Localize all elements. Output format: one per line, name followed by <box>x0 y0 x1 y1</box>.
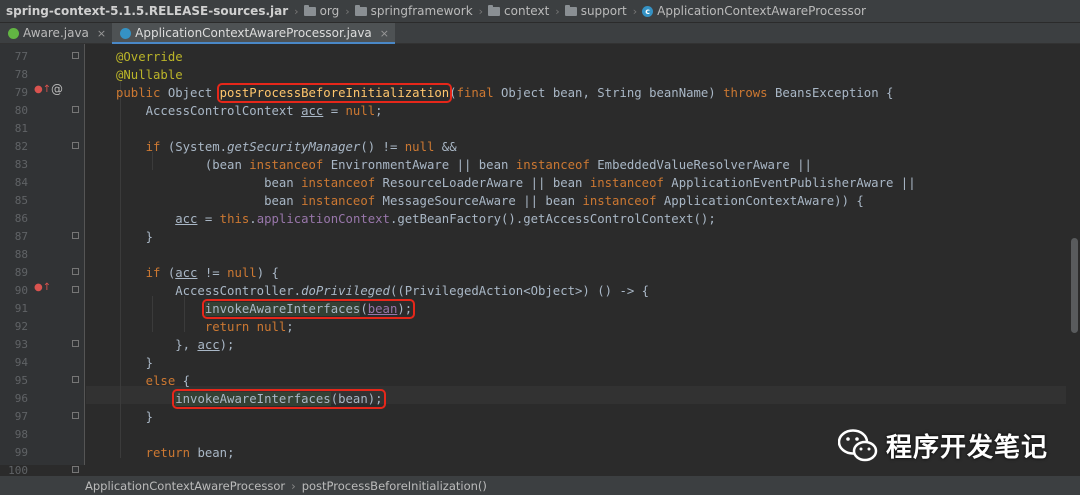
chevron-right-icon: › <box>478 4 484 18</box>
close-icon[interactable]: × <box>97 27 106 40</box>
line-number: 94 <box>14 356 28 369</box>
breadcrumb-item-label: context <box>504 4 550 18</box>
structure-breadcrumb: ApplicationContextAwareProcessor › postP… <box>0 475 1080 495</box>
watermark-text: 程序开发笔记 <box>886 433 1049 463</box>
code-line[interactable]: } <box>116 408 153 426</box>
code-line[interactable]: } <box>116 228 153 246</box>
code-line[interactable]: bean instanceof ResourceLoaderAware || b… <box>116 174 916 192</box>
fold-marker[interactable] <box>72 232 79 239</box>
tab-label: Aware.java <box>23 26 89 40</box>
tab-aware-java[interactable]: Aware.java × <box>0 23 112 43</box>
watermark: 程序开发笔记 <box>838 427 1048 464</box>
line-number: 96 <box>14 392 28 405</box>
code-line[interactable]: @Nullable <box>116 66 183 84</box>
line-number: 87 <box>14 230 28 243</box>
chevron-right-icon: › <box>345 4 350 18</box>
fold-marker[interactable] <box>72 268 79 275</box>
line-number: 98 <box>14 428 28 441</box>
code-editor[interactable]: @Override @Nullable public Object postProc… <box>86 44 1066 465</box>
chevron-right-icon: › <box>294 4 299 18</box>
override-method-icon[interactable]: ●↑ <box>34 84 51 95</box>
line-number: 86 <box>14 212 28 225</box>
tab-label: ApplicationContextAwareProcessor.java <box>135 26 372 40</box>
line-number: 82 <box>14 140 28 153</box>
fold-marker[interactable] <box>72 106 79 113</box>
line-number: 77 <box>14 50 28 63</box>
class-icon <box>120 27 132 39</box>
wechat-icon <box>838 428 878 461</box>
fold-marker[interactable] <box>72 142 79 149</box>
line-number: 91 <box>14 302 28 315</box>
editor-tabs: Aware.java × ApplicationContextAwareProces… <box>0 23 1080 44</box>
annotation-icon[interactable]: @ <box>51 82 63 96</box>
line-number: 89 <box>14 266 28 279</box>
interface-icon <box>8 27 19 39</box>
code-line[interactable]: return bean; <box>116 444 235 462</box>
scrollbar-thumb[interactable] <box>1071 238 1078 333</box>
folder-icon <box>564 4 577 16</box>
code-line[interactable]: if (acc != null) { <box>116 264 279 282</box>
line-number: 81 <box>14 122 28 135</box>
code-line[interactable]: return null; <box>116 318 294 336</box>
breadcrumb-item[interactable]: context <box>488 4 549 18</box>
line-number: 95 <box>14 374 28 387</box>
line-number: 84 <box>14 176 28 189</box>
code-line[interactable]: } <box>116 354 153 372</box>
line-number: 85 <box>14 194 28 207</box>
breadcrumb-item-label: ApplicationContextAwareProcessor <box>657 4 866 18</box>
status-method-label[interactable]: postProcessBeforeInitialization() <box>302 479 487 493</box>
breadcrumb-item[interactable]: c ApplicationContextAwareProcessor <box>642 4 866 18</box>
breadcrumb-item[interactable]: spring-context-5.1.5.RELEASE-sources.jar <box>6 4 288 18</box>
chevron-right-icon: › <box>632 4 638 18</box>
line-number: 88 <box>14 248 28 261</box>
code-line[interactable]: (bean instanceof EnvironmentAware || bea… <box>116 156 812 174</box>
breadcrumb-item-label: springframework <box>370 4 473 18</box>
folder-icon <box>354 4 367 16</box>
folder-icon <box>488 4 501 16</box>
fold-marker[interactable] <box>72 286 79 293</box>
line-number: 80 <box>14 104 28 117</box>
code-line[interactable]: @Override <box>116 48 183 66</box>
chevron-right-icon: › <box>291 478 296 493</box>
breadcrumb-item-label: org <box>319 4 340 18</box>
fold-marker[interactable] <box>72 466 79 473</box>
code-line[interactable]: AccessControlContext acc = null; <box>116 102 383 120</box>
close-icon[interactable]: × <box>380 27 389 40</box>
line-number: 90 <box>14 284 28 297</box>
lambda-breakpoint-icon[interactable]: ●↑ <box>34 282 51 293</box>
code-line[interactable]: else { <box>116 372 190 390</box>
line-number: 99 <box>14 446 28 459</box>
fold-marker[interactable] <box>72 412 79 419</box>
breadcrumb-item-label: spring-context-5.1.5.RELEASE-sources.jar <box>6 4 289 18</box>
breadcrumb-item[interactable]: support <box>564 4 627 18</box>
status-class-label[interactable]: ApplicationContextAwareProcessor <box>85 479 285 493</box>
breadcrumb-item[interactable]: org <box>303 4 340 18</box>
code-line[interactable]: acc = this.applicationContext.getBeanFac… <box>116 210 715 228</box>
breadcrumb: spring-context-5.1.5.RELEASE-sources.jar… <box>0 0 1080 23</box>
code-line[interactable]: bean instanceof MessageSourceAware || be… <box>116 192 864 210</box>
code-line[interactable]: AccessController.doPrivileged((Privilege… <box>116 282 649 300</box>
code-line[interactable]: invokeAwareInterfaces(bean); <box>116 299 416 319</box>
chevron-right-icon: › <box>555 4 560 18</box>
breadcrumb-item-label: support <box>580 4 627 18</box>
code-line[interactable]: invokeAwareInterfaces(bean); <box>116 389 386 409</box>
code-line[interactable]: public Object postProcessBeforeInitializ… <box>116 83 893 103</box>
fold-marker[interactable] <box>72 340 79 347</box>
tab-applicationcontextawareprocessor-java[interactable]: ApplicationContextAwareProcessor.java × <box>112 23 395 44</box>
fold-marker[interactable] <box>72 52 79 59</box>
breadcrumb-item[interactable]: springframework <box>354 4 473 18</box>
line-number: 83 <box>14 158 28 171</box>
folder-icon <box>303 4 316 16</box>
line-number: 92 <box>14 320 28 333</box>
code-line[interactable]: } <box>116 462 123 465</box>
code-line[interactable]: if (System.getSecurityManager() != null … <box>116 138 457 156</box>
line-number: 78 <box>14 68 28 81</box>
line-number: 79 <box>14 86 28 99</box>
fold-marker[interactable] <box>72 376 79 383</box>
fold-gutter-line <box>84 44 85 465</box>
class-icon: c <box>642 5 654 17</box>
line-number: 97 <box>14 410 28 423</box>
code-line[interactable]: }, acc); <box>116 336 234 354</box>
line-number: 93 <box>14 338 28 351</box>
